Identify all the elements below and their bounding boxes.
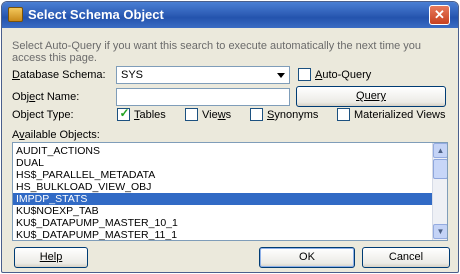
help-button[interactable]: Help <box>14 247 88 268</box>
available-objects-list[interactable]: AUDIT_ACTIONS DUAL HS$_PARALLEL_METADATA… <box>12 142 448 241</box>
app-icon <box>8 7 23 22</box>
tables-label[interactable]: Tables <box>134 109 166 121</box>
window-title: Select Schema Object <box>28 7 164 22</box>
help-button-label: Help <box>39 251 63 263</box>
list-item[interactable]: HS$_PARALLEL_METADATA <box>13 169 433 181</box>
description-text: Select Auto-Query if you want this searc… <box>12 40 422 64</box>
list-item[interactable]: DUAL <box>13 157 433 169</box>
tables-checkbox[interactable]: ✓ <box>117 106 130 121</box>
object-type-label: Object Type: <box>12 109 74 121</box>
auto-query-checkbox[interactable] <box>298 68 311 81</box>
close-icon: ✕ <box>434 7 445 22</box>
views-label[interactable]: Views <box>202 109 231 121</box>
list-item[interactable]: AUDIT_ACTIONS <box>13 145 433 157</box>
arrow-down-icon: ▼ <box>436 227 445 236</box>
list-item[interactable]: KU$NOEXP_TAB <box>13 205 433 217</box>
title-bar[interactable]: Select Schema Object ✕ <box>2 2 458 28</box>
cancel-button[interactable]: Cancel <box>362 247 450 268</box>
cancel-button-label: Cancel <box>388 251 424 263</box>
ok-button[interactable]: OK <box>259 247 355 268</box>
list-scrollbar[interactable]: ▲ ▼ <box>432 143 447 240</box>
query-button-label: Query <box>356 90 386 102</box>
list-item-selected[interactable]: IMPDP_STATS <box>13 193 433 205</box>
scroll-down-button[interactable]: ▼ <box>433 224 447 239</box>
object-name-label: Object Name: <box>12 91 80 103</box>
materialized-views-checkbox[interactable] <box>337 108 350 121</box>
synonyms-checkbox[interactable] <box>250 108 263 121</box>
auto-query-label[interactable]: Auto-Query <box>315 69 371 81</box>
list-item[interactable]: KU$_DATAPUMP_MASTER_10_1 <box>13 217 433 229</box>
select-schema-object-dialog: Select Schema Object ✕ Select Auto-Query… <box>1 1 459 273</box>
scrollbar-thumb[interactable] <box>433 159 447 179</box>
close-button[interactable]: ✕ <box>429 5 450 25</box>
views-checkbox[interactable] <box>185 108 198 121</box>
list-item[interactable]: KU$_DATAPUMP_MASTER_11_1 <box>13 229 433 240</box>
object-name-input[interactable] <box>116 88 290 106</box>
checkmark-icon: ✓ <box>119 106 130 120</box>
schema-select-value: SYS <box>121 69 144 81</box>
database-schema-label: Database Schema: <box>12 69 106 81</box>
available-objects-label: Available Objects: <box>12 129 100 141</box>
scroll-up-button[interactable]: ▲ <box>433 143 447 158</box>
schema-select[interactable]: SYS <box>116 66 290 84</box>
materialized-views-label[interactable]: Materialized Views <box>354 109 446 121</box>
query-button[interactable]: Query <box>296 86 446 107</box>
ok-button-label: OK <box>299 251 315 263</box>
chevron-down-icon <box>277 73 285 78</box>
synonyms-label[interactable]: Synonyms <box>267 109 318 121</box>
list-item[interactable]: HS_BULKLOAD_VIEW_OBJ <box>13 181 433 193</box>
arrow-up-icon: ▲ <box>436 146 445 155</box>
